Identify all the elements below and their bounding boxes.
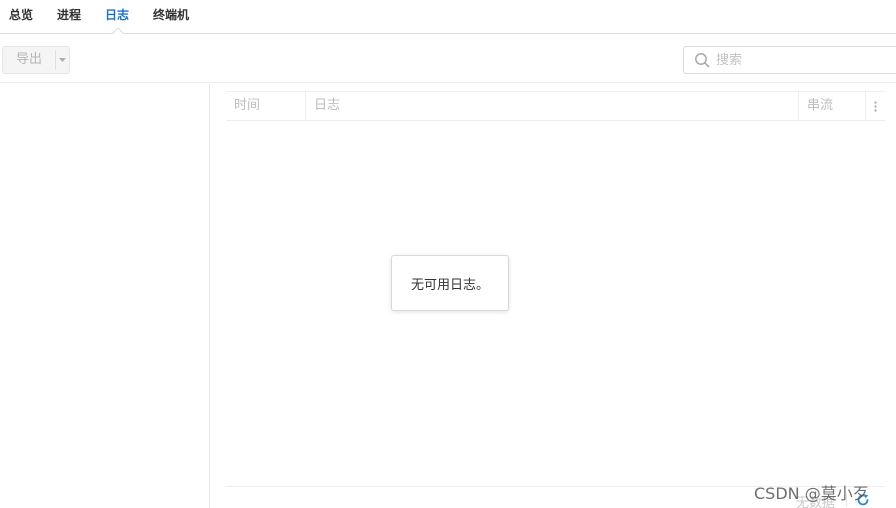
tab-processes[interactable]: 进程 (57, 7, 81, 27)
tab-overview[interactable]: 总览 (9, 7, 33, 27)
export-dropdown-toggle[interactable] (56, 47, 69, 73)
empty-state-message: 无可用日志。 (391, 255, 509, 311)
log-source-list (0, 84, 210, 508)
column-header-stream[interactable]: 串流 (799, 92, 866, 120)
grid-header: 时间 日志 串流 (226, 91, 885, 121)
column-header-time[interactable]: 时间 (226, 92, 306, 120)
export-button-label[interactable]: 导出 (3, 47, 55, 73)
tab-logs[interactable]: 日志 (105, 7, 129, 27)
chevron-down-icon (59, 58, 66, 62)
search-box[interactable] (683, 46, 896, 74)
search-input[interactable] (716, 50, 886, 70)
tab-bar: 总览 进程 日志 终端机 (0, 0, 896, 34)
export-button[interactable]: 导出 (2, 46, 70, 74)
tab-terminal[interactable]: 终端机 (153, 7, 189, 27)
search-icon (695, 53, 710, 68)
active-tab-caret-icon (112, 27, 124, 34)
more-vertical-icon (874, 100, 877, 112)
toolbar: 导出 (0, 34, 896, 83)
column-menu-button[interactable] (866, 92, 885, 120)
column-header-log[interactable]: 日志 (306, 92, 799, 120)
watermark-text: CSDN @莫小歹 (754, 484, 869, 503)
log-viewer: 总览 进程 日志 终端机 导出 时间 日 (0, 0, 896, 508)
